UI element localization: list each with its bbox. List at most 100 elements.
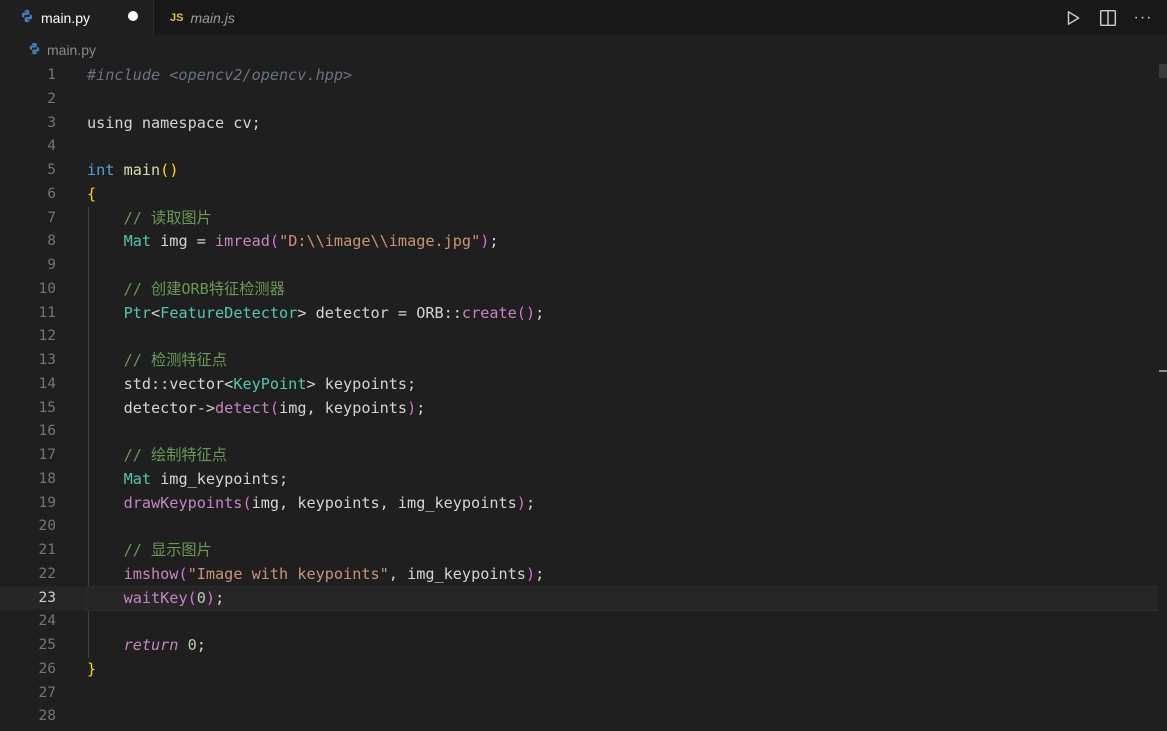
code-line[interactable]: 27 xyxy=(0,682,1158,706)
code-line[interactable]: 12 xyxy=(0,325,1158,349)
more-actions-button[interactable]: ··· xyxy=(1131,6,1155,30)
code-line[interactable]: 7 // 读取图片 xyxy=(0,207,1158,231)
unsaved-dot-icon[interactable] xyxy=(128,11,138,21)
code-text: // 绘制特征点 xyxy=(87,444,1158,468)
run-button[interactable] xyxy=(1061,6,1085,30)
code-line[interactable]: 23 waitKey(0); xyxy=(0,585,1159,612)
code-token: ) xyxy=(525,564,536,583)
code-token: ; xyxy=(196,636,206,654)
line-number: 12 xyxy=(38,328,56,345)
line-number: 2 xyxy=(47,90,56,107)
tab-main-js[interactable]: JS main.js xyxy=(154,0,262,35)
line-number: 16 xyxy=(38,423,56,440)
code-line[interactable]: 24 xyxy=(0,610,1158,634)
code-token: ( xyxy=(269,398,280,417)
editor-actions: ··· xyxy=(1061,0,1155,35)
code-token: Mat xyxy=(123,469,152,488)
line-number: 22 xyxy=(38,565,56,582)
line-number: 26 xyxy=(38,660,56,677)
code-line[interactable]: 9 xyxy=(0,254,1158,278)
code-text: // 创建ORB特征检测器 xyxy=(87,278,1158,302)
code-token: > keypoints; xyxy=(306,374,417,393)
code-token: () xyxy=(516,303,536,322)
code-line[interactable]: 13 // 检测特征点 xyxy=(0,349,1158,373)
code-line[interactable]: 26} xyxy=(0,658,1158,682)
code-line[interactable]: 17 // 绘制特征点 xyxy=(0,444,1158,468)
line-number: 15 xyxy=(38,399,56,416)
code-line[interactable]: 16 xyxy=(0,420,1158,444)
code-token: ( xyxy=(187,588,197,607)
code-text: // 读取图片 xyxy=(87,207,1158,231)
code-line[interactable]: 1 #include <opencv2/opencv.hpp> xyxy=(0,64,1158,88)
code-line[interactable]: 19 drawKeypoints(img, keypoints, img_key… xyxy=(0,492,1158,516)
line-number: 20 xyxy=(38,518,56,535)
code-token: ; xyxy=(416,398,426,417)
code-line[interactable]: 5 int main() xyxy=(0,159,1158,183)
line-number: 1 xyxy=(47,67,56,83)
code-token: ; xyxy=(535,564,545,583)
code-token: // 创建ORB特征检测器 xyxy=(123,279,285,298)
code-token: ; xyxy=(489,232,499,251)
line-number: 17 xyxy=(38,447,56,463)
vertical-scrollbar[interactable] xyxy=(1158,64,1167,731)
code-token: std::vector< xyxy=(87,374,234,393)
code-line[interactable]: 21 // 显示图片 xyxy=(0,539,1158,563)
code-text: Mat img_keypoints; xyxy=(87,468,1158,492)
code-token: return xyxy=(123,636,179,654)
code-token: < xyxy=(151,303,161,322)
code-line[interactable]: 18 Mat img_keypoints; xyxy=(0,468,1158,492)
play-icon xyxy=(1067,10,1080,25)
code-line[interactable]: 25 return 0; xyxy=(0,634,1158,658)
code-text: detector->detect(img, keypoints); xyxy=(87,397,1158,421)
split-editor-button[interactable] xyxy=(1096,6,1120,30)
code-token: Ptr xyxy=(123,303,152,322)
code-text: drawKeypoints(img, keypoints, img_keypoi… xyxy=(87,492,1158,516)
code-line[interactable]: 28 xyxy=(0,705,1158,729)
tab-main-py[interactable]: main.py xyxy=(0,0,153,35)
code-token: ( xyxy=(242,493,252,512)
code-token: "Image with keypoints" xyxy=(187,564,389,583)
code-token: , img_keypoints xyxy=(388,564,526,583)
code-token: create xyxy=(461,303,517,322)
code-line[interactable]: 14 std::vector<KeyPoint> keypoints; xyxy=(0,373,1158,397)
code-line[interactable]: 10 // 创建ORB特征检测器 xyxy=(0,278,1158,302)
code-line[interactable]: 8 Mat img = imread("D:\\image\\image.jpg… xyxy=(0,230,1158,254)
python-icon xyxy=(28,42,41,58)
code-editor[interactable]: 1 #include <opencv2/opencv.hpp> 2 3 using na… xyxy=(0,64,1167,731)
code-line[interactable]: 6{ xyxy=(0,183,1158,207)
code-line[interactable]: 4 xyxy=(0,135,1158,159)
code-token: KeyPoint xyxy=(233,374,307,393)
breadcrumb-file[interactable]: main.py xyxy=(47,42,96,58)
code-token: using namespace cv; xyxy=(87,113,261,132)
code-line[interactable]: 20 xyxy=(0,515,1158,539)
code-line[interactable]: 22 imshow("Image with keypoints", img_ke… xyxy=(0,563,1158,587)
code-line[interactable]: 2 xyxy=(0,88,1158,112)
line-number: 21 xyxy=(38,542,56,558)
code-token: ; xyxy=(525,493,536,512)
code-line[interactable]: 15 detector->detect(img, keypoints); xyxy=(0,397,1158,421)
code-token: waitKey xyxy=(123,588,188,607)
code-token: { xyxy=(87,184,97,203)
code-token: img_keypoints; xyxy=(151,469,289,488)
line-number: 19 xyxy=(38,494,56,511)
code-line[interactable]: 3 using namespace cv; xyxy=(0,112,1158,136)
js-icon: JS xyxy=(170,11,184,24)
code-text: { xyxy=(87,183,1158,207)
code-token: int xyxy=(87,161,115,179)
code-token: // 绘制特征点 xyxy=(123,446,227,464)
code-line[interactable]: 11 Ptr<FeatureDetector> detector = ORB::… xyxy=(0,302,1158,326)
code-token: detect xyxy=(215,398,270,417)
code-token: img, keypoints xyxy=(279,398,408,417)
code-token: drawKeypoints xyxy=(123,493,243,512)
